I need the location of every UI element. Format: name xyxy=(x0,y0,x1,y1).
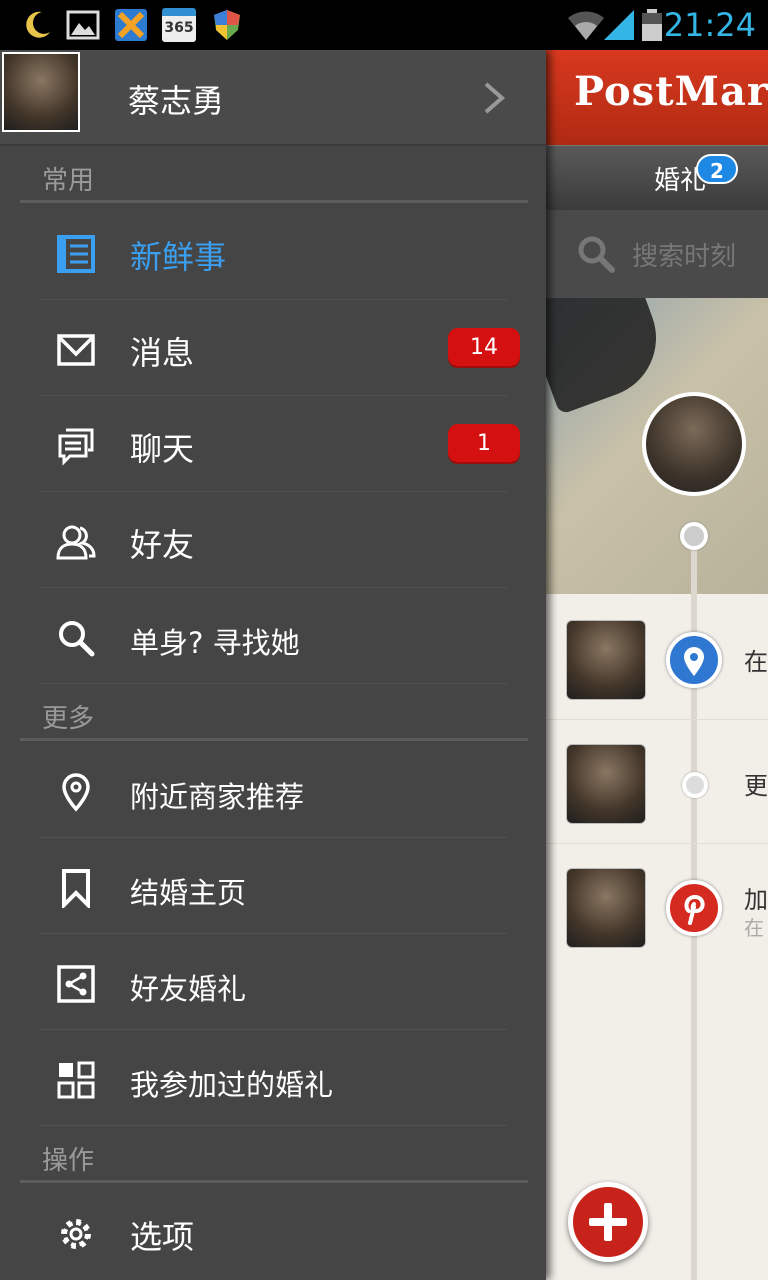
menu-item-friend-weddings[interactable]: 好友婚礼 xyxy=(40,934,508,1030)
profile-row[interactable]: 蔡志勇 xyxy=(0,50,546,146)
friends-icon xyxy=(56,525,96,560)
search-icon xyxy=(578,236,615,273)
navigation-drawer: 蔡志勇 常用 新鲜事 消息 14 聊天 1 好友 单身? 寻找她 更多 附近商家… xyxy=(0,50,546,1280)
section-title-more: 更多 xyxy=(42,704,95,734)
timeline-dot xyxy=(680,522,708,550)
avatar xyxy=(566,744,646,824)
gallery-icon xyxy=(66,10,100,40)
section-title-actions: 操作 xyxy=(42,1146,95,1176)
chat-icon xyxy=(58,428,94,466)
menu-label: 好友 xyxy=(130,526,195,564)
location-pin-icon xyxy=(62,773,90,812)
messages-badge: 14 xyxy=(448,328,520,368)
menu-label: 附近商家推荐 xyxy=(130,780,305,814)
calendar-365-icon: 365 xyxy=(162,8,196,42)
gear-icon xyxy=(61,1219,91,1249)
menu-item-chat[interactable]: 聊天 1 xyxy=(40,396,520,492)
wifi-icon xyxy=(568,11,604,40)
timeline-marker xyxy=(666,632,722,688)
list-item[interactable]: 在 xyxy=(546,596,768,720)
menu-item-nearby[interactable]: 附近商家推荐 xyxy=(40,742,508,838)
bookmark-icon xyxy=(62,869,90,908)
list-item[interactable]: 加 在 xyxy=(546,844,768,968)
menu-label: 聊天 xyxy=(130,430,195,468)
location-pin-icon xyxy=(684,647,704,676)
pinterest-icon xyxy=(684,894,705,925)
tab-wedding-badge: 2 xyxy=(696,154,738,184)
menu-label: 消息 xyxy=(130,334,195,372)
menu-item-news[interactable]: 新鲜事 xyxy=(40,204,508,300)
shield-icon xyxy=(214,10,240,40)
app-search-bar[interactable]: 搜索时刻 xyxy=(546,210,768,298)
clock: 21:24 xyxy=(663,6,756,44)
grid-icon xyxy=(57,1061,95,1099)
moon-icon xyxy=(26,11,50,38)
menu-label: 好友婚礼 xyxy=(130,972,247,1006)
avatar xyxy=(566,868,646,948)
section-title-common: 常用 xyxy=(42,166,95,196)
newsfeed-icon xyxy=(57,235,95,273)
search-input[interactable]: 搜索时刻 xyxy=(632,236,736,273)
menu-item-single[interactable]: 单身? 寻找她 xyxy=(40,588,508,684)
cover-photo xyxy=(546,298,768,594)
cover-avatar[interactable] xyxy=(642,392,746,496)
divider xyxy=(20,738,528,741)
app-tab-bar: 婚礼 2 xyxy=(546,145,768,210)
menu-item-wedding-home[interactable]: 结婚主页 xyxy=(40,838,508,934)
app-x-icon xyxy=(115,9,147,41)
menu-label: 新鲜事 xyxy=(130,238,227,276)
menu-label: 选项 xyxy=(130,1218,195,1256)
status-bar: 365 21:24 xyxy=(0,0,768,50)
menu-label: 我参加过的婚礼 xyxy=(130,1068,334,1102)
divider xyxy=(20,200,528,203)
add-button[interactable] xyxy=(568,1182,648,1262)
feed-subtext: 在 xyxy=(744,916,764,940)
battery-icon xyxy=(642,9,662,41)
avatar[interactable] xyxy=(2,52,80,132)
app-header: PostMarry xyxy=(546,50,768,145)
feed-text: 在 xyxy=(744,648,768,676)
mail-icon xyxy=(57,334,95,366)
main-app-content: PostMarry 婚礼 2 搜索时刻 在 更 xyxy=(546,50,768,1280)
cover-leaf xyxy=(546,298,673,415)
menu-label: 单身? 寻找她 xyxy=(130,626,300,660)
menu-label: 结婚主页 xyxy=(130,876,247,910)
timeline-dot xyxy=(682,772,708,798)
chat-badge: 1 xyxy=(448,424,520,464)
chevron-right-icon xyxy=(484,82,506,114)
share-icon xyxy=(57,965,95,1003)
menu-item-options[interactable]: 选项 xyxy=(40,1184,508,1280)
feed-text: 加 xyxy=(744,886,768,914)
signal-icon xyxy=(604,10,634,40)
profile-name: 蔡志勇 xyxy=(128,82,225,120)
list-item[interactable]: 更 xyxy=(546,720,768,844)
search-icon xyxy=(59,621,95,657)
timeline-marker xyxy=(666,880,722,936)
divider xyxy=(20,1180,528,1183)
menu-item-attended[interactable]: 我参加过的婚礼 xyxy=(40,1030,508,1126)
app-logo: PostMarry xyxy=(574,68,768,115)
menu-item-friends[interactable]: 好友 xyxy=(40,492,508,588)
menu-item-messages[interactable]: 消息 14 xyxy=(40,300,520,396)
feed-text: 更 xyxy=(744,772,768,800)
avatar xyxy=(566,620,646,700)
